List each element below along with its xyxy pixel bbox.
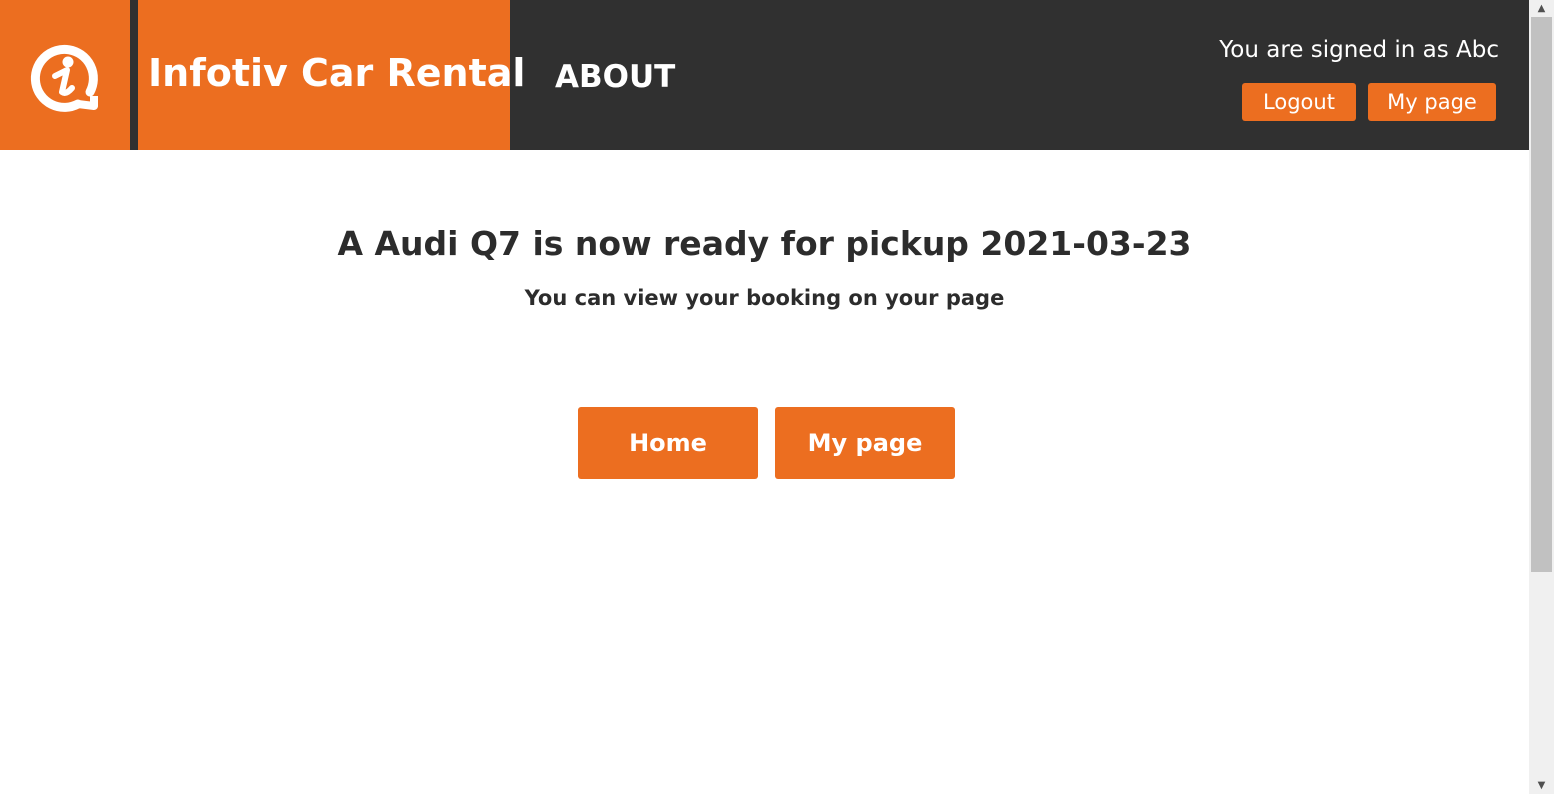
scroll-down-arrow-icon[interactable]: ▼ [1529,777,1554,794]
brand-title[interactable]: Infotiv Car Rental [148,48,525,98]
signed-in-status: You are signed in as Abc [1219,37,1499,63]
infotiv-logo-icon[interactable] [28,40,102,114]
home-button[interactable]: Home [578,407,758,479]
brand-block: Infotiv Car Rental [0,0,525,150]
main-content: A Audi Q7 is now ready for pickup 2021-0… [0,150,1529,794]
booking-confirmation-subtitle: You can view your booking on your page [524,286,1005,310]
page-viewport: Infotiv Car Rental ABOUT You are signed … [0,0,1529,794]
scroll-up-arrow-icon[interactable]: ▲ [1529,0,1554,17]
site-header: Infotiv Car Rental ABOUT You are signed … [0,0,1529,150]
vertical-scrollbar[interactable]: ▲ ▼ [1529,0,1554,794]
logout-button[interactable]: Logout [1242,83,1356,121]
nav-about-link[interactable]: ABOUT [555,57,675,97]
brand-divider [130,0,138,150]
my-page-button[interactable]: My page [775,407,955,479]
header-my-page-button[interactable]: My page [1368,83,1496,121]
booking-confirmation-title: A Audi Q7 is now ready for pickup 2021-0… [337,224,1192,263]
scrollbar-thumb[interactable] [1531,17,1552,572]
